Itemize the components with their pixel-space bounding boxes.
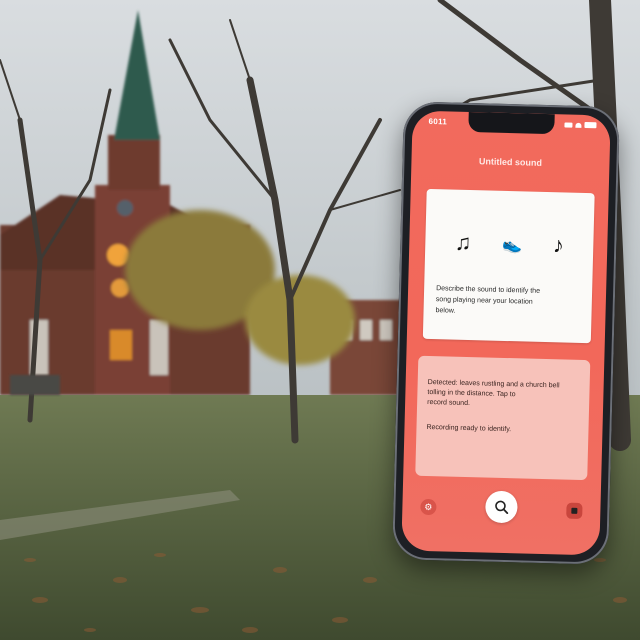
battery-icon bbox=[584, 121, 597, 129]
detection-card-text: Detected: leaves rustling and a church b… bbox=[427, 378, 580, 412]
sound-card-line: below. bbox=[435, 307, 456, 315]
music-note-icon: ♪ bbox=[552, 232, 565, 258]
status-icons bbox=[564, 121, 597, 129]
park-bench bbox=[10, 375, 60, 395]
shoe-icon: 👟 bbox=[501, 236, 523, 255]
status-time: 6011 bbox=[428, 116, 448, 127]
bottom-nav: ⚙ bbox=[402, 484, 601, 533]
sound-card-text: Describe the sound to identify the song … bbox=[435, 283, 580, 320]
phone-screen: 6011 Untitled sound ♫ 👟 ♪ Describe the s… bbox=[401, 110, 611, 556]
music-note-icon: ♫ bbox=[454, 229, 472, 256]
sound-card[interactable]: ♫ 👟 ♪ Describe the sound to identify the… bbox=[422, 188, 595, 344]
wifi-icon bbox=[575, 122, 582, 128]
search-icon bbox=[495, 500, 509, 514]
app-title: Untitled sound bbox=[478, 156, 543, 168]
settings-icon[interactable]: ⚙ bbox=[420, 498, 437, 516]
search-button[interactable] bbox=[485, 490, 518, 524]
detection-subtext: Recording ready to identify. bbox=[426, 423, 512, 434]
signal-icon bbox=[564, 121, 573, 128]
smartphone: 6011 Untitled sound ♫ 👟 ♪ Describe the s… bbox=[392, 101, 620, 565]
detection-card[interactable]: Detected: leaves rustling and a church b… bbox=[415, 355, 591, 481]
sound-icons-row: ♫ 👟 ♪ bbox=[425, 229, 594, 263]
phone-notch bbox=[468, 111, 555, 135]
stop-icon[interactable] bbox=[566, 502, 583, 520]
